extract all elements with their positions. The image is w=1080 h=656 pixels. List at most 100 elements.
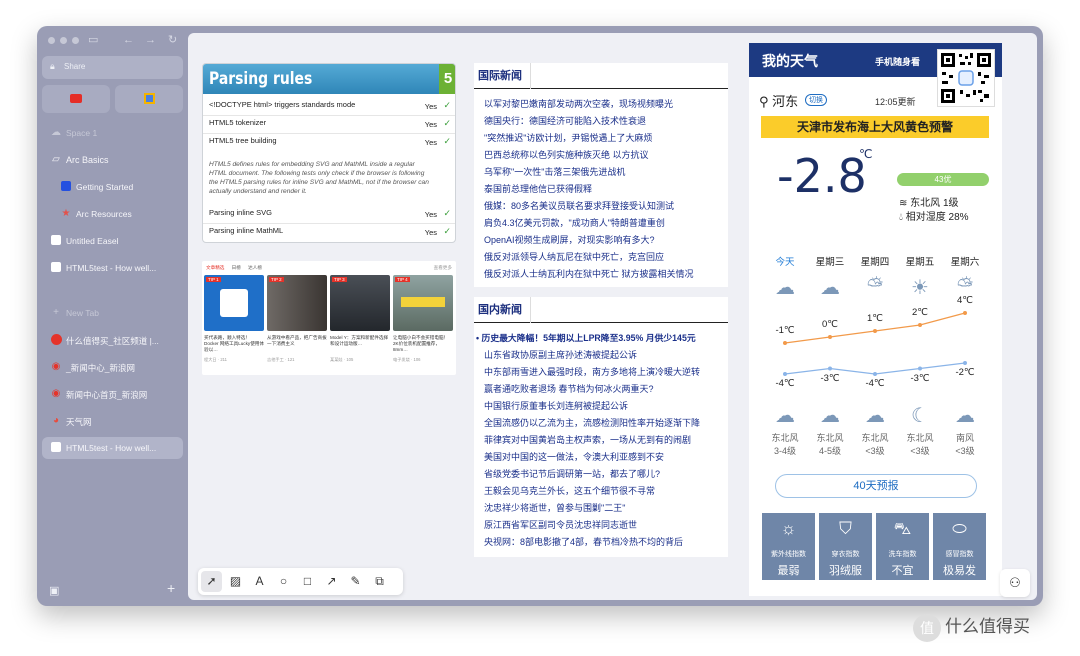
news-link[interactable]: 省级党委书记节后调研第一站，都去了哪儿? <box>474 466 728 483</box>
capture-tool-icon[interactable]: ⧉ <box>369 571 390 592</box>
zdm-card[interactable]: TIP 1 买代表路，顺入特选！Docker 网络工具Lucky使用体验以… 程… <box>204 275 264 369</box>
zdm-card[interactable]: TIP 4 让电脑小白不会买错电脑！2K价位装机配置推荐，8mm… 电子发烧 ·… <box>393 275 453 369</box>
collaborators-icon[interactable]: ⚇ <box>1000 569 1030 597</box>
tab-html5test[interactable]: HTML5test - How well... <box>42 437 183 459</box>
low-temp-line-point <box>873 372 877 376</box>
news-headline[interactable]: 历史最大降幅！5年期以上LPR降至3.95% 月供少145元 <box>474 330 728 347</box>
watermark-logo-icon: 值 <box>913 613 941 642</box>
news-link[interactable]: 德国央行：德国经济可能陷入技术性衰退 <box>474 113 728 130</box>
arrow-tool-icon[interactable]: ↗ <box>321 571 342 592</box>
news-link[interactable]: 巴西总统称以色列实施种族灭绝 以方抗议 <box>474 147 728 164</box>
news-link[interactable]: 赢者通吃败者退场 春节档为何冰火两重天? <box>474 381 728 398</box>
chrome-icon: ◕ <box>52 415 60 426</box>
circle-tool-icon[interactable]: ○ <box>273 571 294 592</box>
tab-sina-news[interactable]: ◉ _新闻中心_新浪网 <box>42 356 183 378</box>
sidebar-item-html5test[interactable]: HTML5test - How well... <box>42 257 183 279</box>
sidebar-item-untitled-easel[interactable]: Untitled Easel <box>42 230 183 252</box>
easel-icon <box>50 235 62 247</box>
news-link[interactable]: 泰国前总理他信已获得假释 <box>474 181 728 198</box>
high-temp-line-point <box>828 335 832 339</box>
forecast-40-day-button[interactable]: 40天预报 <box>775 474 977 498</box>
tab-smzdm[interactable]: 什么值得买_社区频道 |... <box>42 329 183 351</box>
index-name: 洗车指数 <box>888 551 917 558</box>
rule-row: Parsing inline SVG Yes ✓ <box>209 208 451 219</box>
new-tab-button[interactable]: + New Tab <box>42 302 183 324</box>
news-link[interactable]: 以军对黎巴嫩南部发动两次空袭，现场视频曝光 <box>474 96 728 113</box>
sun-icon: ☼ <box>780 519 797 538</box>
news-link[interactable]: 俄反对派人士纳瓦利内在狱中死亡 狱方披露相关情况 <box>474 266 728 283</box>
news-link[interactable]: 原江西省军区副司令员沈忠祥同志逝世 <box>474 517 728 534</box>
sidebar-item-arc-resources[interactable]: ★ Arc Resources <box>42 203 183 225</box>
news-link[interactable]: 山东省政协原副主席孙述涛被提起公诉 <box>474 347 728 364</box>
news-link[interactable]: 俄反对派领导人纳瓦尼在狱中死亡，克宫回应 <box>474 249 728 266</box>
pen-tool-icon[interactable]: ✎ <box>345 571 366 592</box>
index-card[interactable]: ☼ 紫外线指数 最弱 <box>762 513 815 580</box>
rectangle-tool-icon[interactable]: □ <box>297 571 318 592</box>
sidebar-item-getting-started[interactable]: Getting Started <box>42 176 183 198</box>
maximize-window-button[interactable] <box>72 37 79 44</box>
news-link[interactable]: 中国银行原董事长刘连舸被提起公诉 <box>474 398 728 415</box>
sidebar-toggle-icon[interactable]: ▭ <box>88 33 98 47</box>
pill-icon: ⬭ <box>952 519 967 538</box>
reload-icon[interactable]: ↻ <box>168 33 177 47</box>
share-button[interactable]: 🔒︎ Share <box>42 56 183 79</box>
back-icon[interactable]: ← <box>123 33 134 47</box>
news-link[interactable]: 美国对中国的这一做法，令澳大利亚感到不安 <box>474 449 728 466</box>
news-link[interactable]: 肩负4.3亿美元罚款，"成功商人"特朗普遭重创 <box>474 215 728 232</box>
space-label[interactable]: ☁ Space 1 <box>42 122 183 144</box>
pinned-youtube[interactable] <box>42 85 110 113</box>
news-link[interactable]: 乌军称"一次性"击落三架俄先进战机 <box>474 164 728 181</box>
close-window-button[interactable] <box>48 37 55 44</box>
zdm-card[interactable]: TIP 2 从游戏中看产品，把广告商拔一下消费主义 吉他手工 · 121 <box>267 275 327 369</box>
smzdm-icon <box>50 334 62 346</box>
html5test-icon <box>50 262 62 274</box>
tab-sina-home[interactable]: ◉ 新闻中心首页_新浪网 <box>42 383 183 405</box>
sidebar: ▭ ← → ↻ 🔒︎ Share ☁ Space 1 ▱ Arc Basics … <box>37 26 188 606</box>
news-link[interactable]: 俄媒：80多名美议员联名要求拜登接受认知测试 <box>474 198 728 215</box>
index-card[interactable]: ⬭ 感冒指数 极易发 <box>933 513 986 580</box>
parsing-note: HTML5 defines rules for embedding SVG an… <box>209 161 429 195</box>
low-temp-line-point <box>918 366 922 371</box>
minimize-window-button[interactable] <box>60 37 67 44</box>
news-link[interactable]: "突然推迟"访欧计划，尹锡悦遇上了大麻烦 <box>474 130 728 147</box>
news-link[interactable]: 中东部雨雪进入最强时段，南方多地将上演冷暖大逆转 <box>474 364 728 381</box>
easel-canvas[interactable]: Parsing rules 5 <!DOCTYPE html> triggers… <box>188 33 1037 600</box>
parsing-rules-header: Parsing rules 5 <box>203 64 455 94</box>
folder-icon: ▱ <box>52 154 60 165</box>
news-link[interactable]: 沈忠祥少将逝世，曾参与围剿"二王" <box>474 500 728 517</box>
card-image <box>393 275 453 331</box>
car-icon: ⛍ <box>893 519 912 538</box>
tab-weather[interactable]: ◕ 天气网 <box>42 410 183 432</box>
coat-icon: ⛉ <box>839 519 852 538</box>
forward-icon[interactable]: → <box>145 33 156 47</box>
check-icon: ✓ <box>443 208 451 218</box>
news-link[interactable]: 央视网：8部电影撤了4部，春节档冷热不均的背后 <box>474 534 728 551</box>
zdm-card[interactable]: TIP 3 Model Y：方案和新配件选择和设计运动版… 某某娃 · 105 <box>330 275 390 369</box>
news-link[interactable]: 全国流感仍以乙流为主，流感检测阳性率开始逐渐下降 <box>474 415 728 432</box>
news-heading: 国内新闻 <box>474 297 531 323</box>
image-tool-icon[interactable]: ▨ <box>225 571 246 592</box>
low-temp-line-point <box>828 366 832 371</box>
watermark: 值什么值得买 <box>913 612 1030 642</box>
news-link[interactable]: 王毅会见乌克兰外长，这五个细节很不寻常 <box>474 483 728 500</box>
pinned-google-slides[interactable] <box>115 85 183 113</box>
add-space-button[interactable]: + <box>167 580 175 596</box>
lock-icon: 🔒︎ <box>50 61 55 71</box>
html5test-icon <box>50 442 62 454</box>
folder-arc-basics[interactable]: ▱ Arc Basics <box>42 149 183 171</box>
high-temp-line-point <box>963 311 967 315</box>
archive-icon[interactable]: ▣ <box>49 584 59 597</box>
rule-row: Parsing inline MathML Yes ✓ <box>209 226 451 237</box>
index-card[interactable]: ⛍ 洗车指数 不宜 <box>876 513 929 580</box>
rule-row: <!DOCTYPE html> triggers standards mode … <box>209 100 451 111</box>
smzdm-article-clip[interactable]: 文章精选 日榜 达人榜 查看更多 TIP 1 买代表路，顺入特选！Docker … <box>202 261 456 375</box>
news-heading: 国际新闻 <box>474 63 531 89</box>
index-name: 感冒指数 <box>945 551 974 558</box>
news-link[interactable]: 菲律宾对中国黄岩岛主权声索，一场从无到有的闹剧 <box>474 432 728 449</box>
rule-row: HTML5 tokenizer Yes ✓ <box>209 118 451 129</box>
index-value: 最弱 <box>777 565 800 577</box>
news-link[interactable]: OpenAI视频生成刷屏，对现实影响有多大? <box>474 232 728 249</box>
select-tool-icon[interactable]: ➚ <box>201 571 222 592</box>
text-tool-icon[interactable]: A <box>249 571 270 592</box>
index-card[interactable]: ⛉ 穿衣指数 羽绒服 <box>819 513 872 580</box>
